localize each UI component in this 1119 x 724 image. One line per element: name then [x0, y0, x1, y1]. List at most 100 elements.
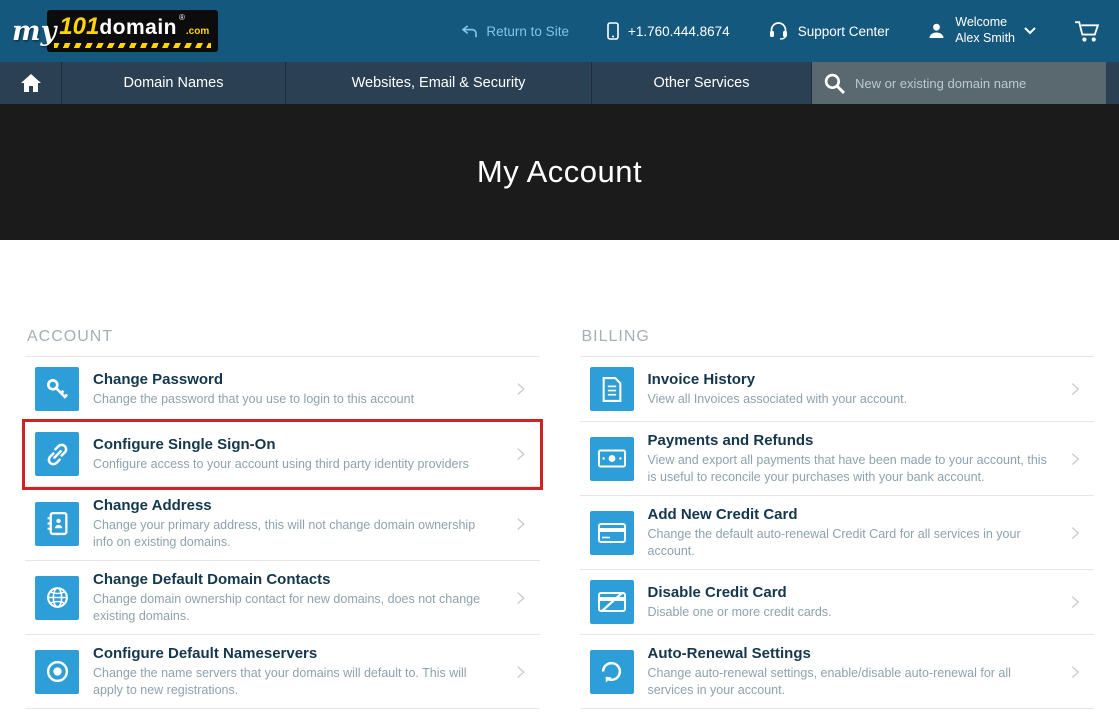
nav-item-domain-names[interactable]: Domain Names: [62, 62, 286, 104]
account-menu[interactable]: Welcome Alex Smith: [927, 15, 1036, 46]
logo-my-text: my: [12, 16, 56, 47]
home-icon: [21, 74, 41, 92]
logo-registered-mark: ®: [179, 13, 185, 22]
item-description: Change the password that you use to logi…: [93, 391, 498, 408]
section-heading-account: ACCOUNT: [27, 328, 540, 346]
nav-item-other-services[interactable]: Other Services: [592, 62, 812, 104]
nav-label: Other Services: [654, 75, 750, 91]
item-description: View and export all payments that have b…: [648, 452, 1053, 485]
item-title: Invoice History: [648, 371, 1053, 388]
cart-icon: [1074, 20, 1101, 43]
item-change-default-domain-contacts[interactable]: Change Default Domain Contacts Change do…: [25, 561, 540, 635]
item-text: Payments and Refunds View and export all…: [648, 432, 1067, 485]
item-text: Auto-Renewal Settings Change auto-renewa…: [648, 645, 1067, 698]
account-content: ACCOUNT Change Password Change the passw…: [0, 328, 1119, 709]
chevron-right-icon: ›: [512, 657, 532, 687]
phone-number: +1.760.444.8674: [628, 24, 730, 39]
support-center-link[interactable]: Support Center: [768, 22, 890, 40]
domain-search-box: [812, 62, 1106, 104]
nav-label: Domain Names: [124, 75, 224, 91]
item-text: Configure Single Sign-On Configure acces…: [93, 436, 512, 473]
logo[interactable]: my 101 domain ® .com: [12, 10, 218, 52]
item-title: Auto-Renewal Settings: [648, 645, 1053, 662]
item-text: Change Default Domain Contacts Change do…: [93, 571, 512, 624]
item-text: Change Password Change the password that…: [93, 371, 512, 408]
cash-icon: [590, 437, 634, 481]
return-to-site-label: Return to Site: [486, 24, 569, 39]
hero-banner: My Account: [0, 104, 1119, 240]
item-text: Disable Credit Card Disable one or more …: [648, 584, 1067, 621]
item-title: Add New Credit Card: [648, 506, 1053, 523]
auto-renewal-icon: [590, 650, 634, 694]
page-title: My Account: [477, 154, 642, 190]
account-section: ACCOUNT Change Password Change the passw…: [25, 328, 540, 709]
item-description: Change your primary address, this will n…: [93, 517, 498, 550]
item-title: Change Default Domain Contacts: [93, 571, 498, 588]
item-description: Change the default auto-renewal Credit C…: [648, 526, 1053, 559]
user-name: Alex Smith: [955, 31, 1015, 47]
chevron-right-icon: ›: [1066, 444, 1086, 474]
item-add-new-credit-card[interactable]: Add New Credit Card Change the default a…: [580, 496, 1095, 570]
phone-link[interactable]: +1.760.444.8674: [607, 22, 730, 40]
item-title: Configure Default Nameservers: [93, 645, 498, 662]
item-disable-credit-card[interactable]: Disable Credit Card Disable one or more …: [580, 570, 1095, 635]
item-title: Change Password: [93, 371, 498, 388]
item-invoice-history[interactable]: Invoice History View all Invoices associ…: [580, 357, 1095, 422]
home-button[interactable]: [0, 62, 62, 104]
item-description: Disable one or more credit cards.: [648, 604, 1053, 621]
chevron-right-icon: ›: [1066, 374, 1086, 404]
credit-card-icon: [590, 511, 634, 555]
billing-section: BILLING Invoice History View all Invoice…: [580, 328, 1095, 709]
item-configure-single-sign-on[interactable]: Configure Single Sign-On Configure acces…: [25, 422, 540, 487]
topbar-actions: Return to Site +1.760.444.8674 Support C…: [462, 15, 1101, 46]
item-title: Change Address: [93, 497, 498, 514]
topbar: my 101 domain ® .com Return to Site +1.7…: [0, 0, 1119, 62]
cart-button[interactable]: [1074, 20, 1101, 43]
return-arrow-icon: [462, 25, 477, 38]
logo-box: 101 domain ® .com: [47, 10, 218, 52]
chevron-right-icon: ›: [1066, 587, 1086, 617]
headset-icon: [768, 22, 789, 40]
item-auto-renewal-settings[interactable]: Auto-Renewal Settings Change auto-renewa…: [580, 635, 1095, 709]
search-icon: [824, 73, 845, 94]
item-configure-default-nameservers[interactable]: Configure Default Nameservers Change the…: [25, 635, 540, 709]
target-icon: [35, 650, 79, 694]
item-description: Change the name servers that your domain…: [93, 665, 498, 698]
item-text: Add New Credit Card Change the default a…: [648, 506, 1067, 559]
credit-card-disable-icon: [590, 580, 634, 624]
item-change-password[interactable]: Change Password Change the password that…: [25, 357, 540, 422]
user-icon: [927, 22, 946, 40]
logo-101-text: 101: [59, 13, 99, 41]
item-text: Change Address Change your primary addre…: [93, 497, 512, 550]
address-book-icon: [35, 502, 79, 546]
billing-card-list: Invoice History View all Invoices associ…: [580, 356, 1095, 709]
search-input[interactable]: [855, 76, 1094, 91]
return-to-site-link[interactable]: Return to Site: [462, 24, 569, 39]
item-title: Disable Credit Card: [648, 584, 1053, 601]
welcome-label: Welcome: [955, 15, 1015, 31]
section-heading-billing: BILLING: [582, 328, 1095, 346]
chevron-down-icon: [1024, 27, 1036, 35]
item-payments-and-refunds[interactable]: Payments and Refunds View and export all…: [580, 422, 1095, 496]
item-description: Change auto-renewal settings, enable/dis…: [648, 665, 1053, 698]
item-text: Invoice History View all Invoices associ…: [648, 371, 1067, 408]
item-text: Configure Default Nameservers Change the…: [93, 645, 512, 698]
support-center-label: Support Center: [798, 24, 890, 39]
item-title: Payments and Refunds: [648, 432, 1053, 449]
item-title: Configure Single Sign-On: [93, 436, 498, 453]
chevron-right-icon: ›: [1066, 657, 1086, 687]
nav-item-websites-email-security[interactable]: Websites, Email & Security: [286, 62, 592, 104]
nav-end-spacer: [1106, 62, 1119, 104]
item-description: Configure access to your account using t…: [93, 456, 498, 473]
item-change-address[interactable]: Change Address Change your primary addre…: [25, 487, 540, 561]
main-nav: Domain Names Websites, Email & Security …: [0, 62, 1119, 104]
chevron-right-icon: ›: [512, 439, 532, 469]
key-icon: [35, 367, 79, 411]
logo-domain-text: domain: [99, 16, 177, 40]
item-description: View all Invoices associated with your a…: [648, 391, 1053, 408]
link-icon: [35, 432, 79, 476]
chevron-right-icon: ›: [512, 374, 532, 404]
logo-tld-text: .com: [186, 26, 209, 37]
phone-icon: [607, 22, 619, 40]
chevron-right-icon: ›: [512, 583, 532, 613]
